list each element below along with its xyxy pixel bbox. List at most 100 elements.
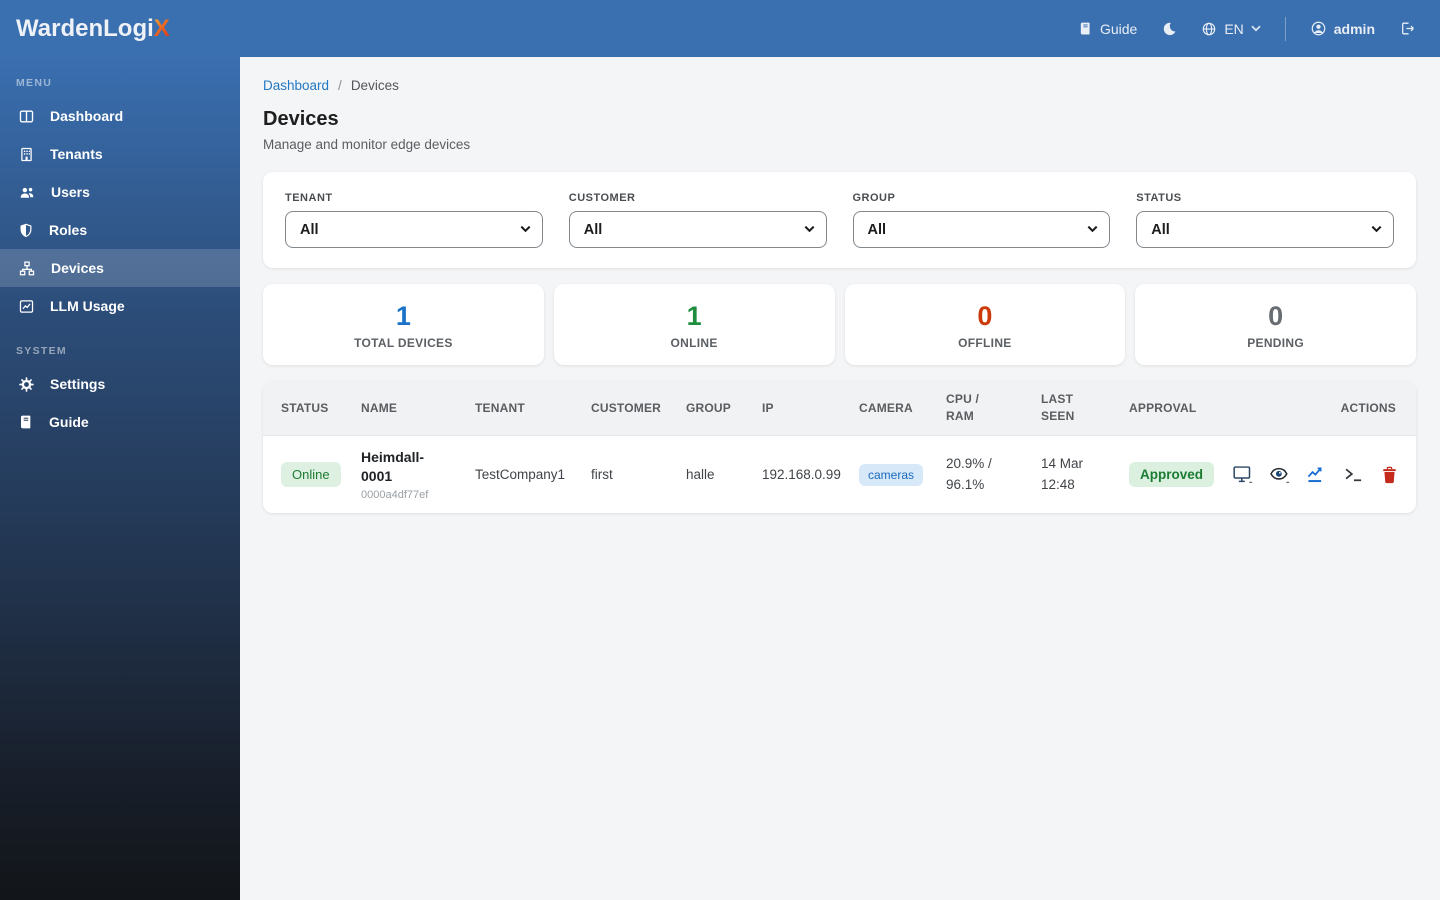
column-header-name: NAME <box>361 401 398 416</box>
sidebar-item-label: LLM Usage <box>50 298 125 314</box>
column-header-ip: IP <box>762 401 774 416</box>
topbar-actions: Guide EN admin <box>1078 16 1440 41</box>
stat-value: 0 <box>1268 301 1284 331</box>
sidebar: MENU Dashboard Tenants Users Roles Devic… <box>0 57 240 900</box>
breadcrumb-separator: / <box>338 78 342 93</box>
eye-icon[interactable] <box>1269 464 1290 485</box>
username: admin <box>1333 20 1375 37</box>
user-menu[interactable]: admin <box>1310 20 1375 37</box>
devices-table: STATUS NAME TENANT CUSTOMER GROUP IP CAM… <box>263 381 1416 514</box>
sidebar-section-menu: MENU <box>16 77 53 89</box>
filter-customer: CUSTOMER All <box>568 192 827 248</box>
main-content: Dashboard / Devices Devices Manage and m… <box>240 57 1440 900</box>
monitor-icon[interactable] <box>1232 464 1253 485</box>
stat-offline: 0 OFFLINE <box>844 284 1126 366</box>
sidebar-item-users[interactable]: Users <box>0 173 240 211</box>
logout-button[interactable] <box>1399 20 1416 37</box>
device-name: Heimdall-0001 <box>361 449 425 485</box>
group-cell: halle <box>686 467 715 483</box>
app-logo: WardenLogiX <box>0 15 170 43</box>
column-header-customer: CUSTOMER <box>591 401 662 416</box>
trash-icon[interactable] <box>1380 465 1399 485</box>
globe-icon <box>1201 21 1217 37</box>
page-title: Devices <box>263 108 339 130</box>
gear-icon <box>18 376 35 393</box>
chart-icon[interactable] <box>1306 464 1327 485</box>
breadcrumb-dashboard-link[interactable]: Dashboard <box>263 78 329 93</box>
status-select[interactable]: All <box>1136 211 1394 248</box>
sidebar-item-label: Settings <box>50 376 106 392</box>
filter-tenant-label: TENANT <box>285 192 333 204</box>
stat-total-devices: 1 TOTAL DEVICES <box>263 284 544 366</box>
sidebar-item-label: Dashboard <box>50 108 124 124</box>
caret-down-icon <box>1251 25 1261 32</box>
sidebar-item-guide[interactable]: Guide <box>0 403 240 441</box>
column-header-tenant: TENANT <box>475 401 525 416</box>
approval-badge: Approved <box>1129 462 1215 488</box>
stat-value: 0 <box>977 301 993 331</box>
sidebar-item-settings[interactable]: Settings <box>0 365 240 403</box>
chart-line-icon <box>18 298 35 315</box>
tenant-select[interactable]: All <box>285 211 543 248</box>
filter-status-label: STATUS <box>1136 192 1182 204</box>
stat-online: 1 ONLINE <box>553 284 835 366</box>
terminal-icon[interactable] <box>1343 464 1364 485</box>
table-header-row: STATUS NAME TENANT CUSTOMER GROUP IP CAM… <box>263 381 1416 437</box>
approval-cell: Approved <box>1129 462 1232 488</box>
stat-label: PENDING <box>1247 336 1305 351</box>
filter-status: STATUS All <box>1136 192 1394 248</box>
theme-toggle-button[interactable] <box>1161 21 1177 37</box>
tenant-cell: TestCompany1 <box>475 467 566 483</box>
column-header-group: GROUP <box>686 401 732 416</box>
stats-row: 1 TOTAL DEVICES 1 ONLINE 0 OFFLINE 0 PEN… <box>263 284 1416 366</box>
sidebar-item-label: Devices <box>51 260 104 276</box>
moon-icon <box>1161 21 1177 37</box>
shield-icon <box>18 222 34 239</box>
stat-label: ONLINE <box>670 336 718 351</box>
brand-text: WardenLogi <box>16 14 154 42</box>
customer-cell: first <box>591 467 613 483</box>
filter-group: GROUP All <box>852 192 1111 248</box>
name-cell: Heimdall-0001 0000a4df77ef <box>361 448 475 501</box>
sidebar-section-system: SYSTEM <box>16 345 67 357</box>
topbar-guide-label: Guide <box>1099 20 1138 37</box>
sidebar-item-label: Roles <box>49 222 88 238</box>
camera-badge[interactable]: cameras <box>859 463 924 486</box>
stat-label: TOTAL DEVICES <box>354 336 453 351</box>
stat-value: 1 <box>686 301 702 331</box>
sidebar-item-roles[interactable]: Roles <box>0 211 240 249</box>
breadcrumb: Dashboard / Devices <box>263 78 1416 93</box>
sidebar-item-llm-usage[interactable]: LLM Usage <box>0 287 240 325</box>
cpu-ram-cell: 20.9% / 96.1% <box>946 456 992 492</box>
sidebar-item-devices[interactable]: Devices <box>0 249 240 287</box>
sitemap-icon <box>18 260 36 277</box>
sidebar-item-dashboard[interactable]: Dashboard <box>0 97 240 135</box>
sidebar-item-tenants[interactable]: Tenants <box>0 135 240 173</box>
language-selector[interactable]: EN <box>1201 20 1261 37</box>
filters-panel: TENANT All CUSTOMER All GROUP All STATUS… <box>263 172 1416 268</box>
topbar-guide-button[interactable]: Guide <box>1078 21 1137 37</box>
sidebar-item-label: Users <box>51 184 90 200</box>
group-select[interactable]: All <box>852 211 1111 248</box>
filter-tenant: TENANT All <box>285 192 543 248</box>
column-header-status: STATUS <box>281 401 329 416</box>
stat-pending: 0 PENDING <box>1135 284 1416 366</box>
users-icon <box>18 184 36 201</box>
person-circle-icon <box>1310 20 1327 37</box>
column-header-camera: CAMERA <box>859 401 913 416</box>
brand-x: X <box>153 14 170 42</box>
breadcrumb-current: Devices <box>350 78 399 93</box>
sidebar-item-label: Tenants <box>50 146 103 162</box>
building-icon <box>18 146 35 163</box>
last-seen-cell: 14 Mar 12:48 <box>1041 456 1084 492</box>
language-value: EN <box>1224 20 1244 37</box>
status-badge: Online <box>281 462 341 488</box>
column-header-cpu-ram: CPU / RAM <box>946 391 980 424</box>
table-row[interactable]: Online Heimdall-0001 0000a4df77ef TestCo… <box>263 436 1416 514</box>
camera-cell: cameras <box>859 463 946 486</box>
column-header-approval: APPROVAL <box>1129 401 1197 416</box>
page-subtitle: Manage and monitor edge devices <box>263 137 471 152</box>
book-icon <box>18 414 34 430</box>
customer-select[interactable]: All <box>568 211 827 248</box>
stat-label: OFFLINE <box>958 336 1012 351</box>
